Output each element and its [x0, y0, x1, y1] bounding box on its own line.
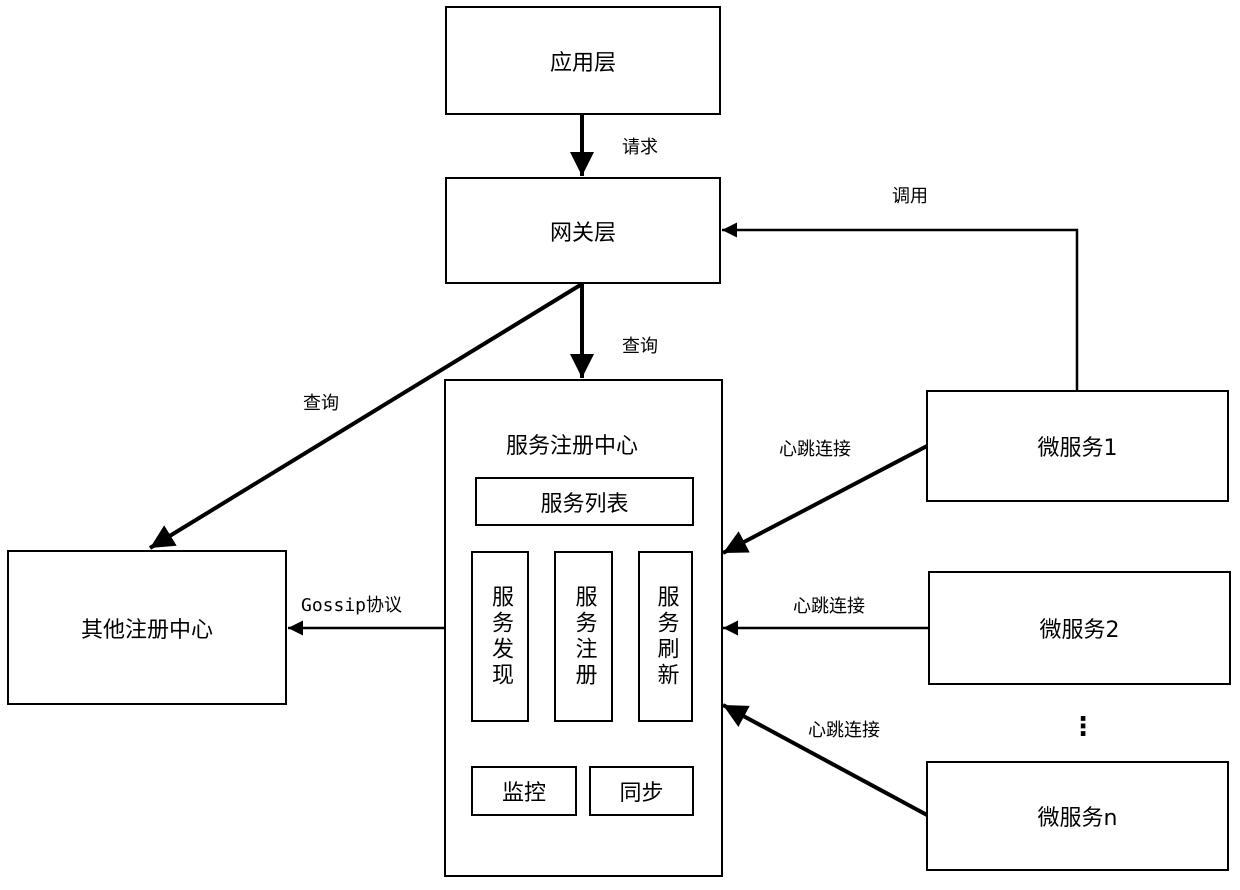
microservice-1-label: 微服务1 — [1037, 436, 1118, 461]
service-discovery-label: 服务发现 — [488, 584, 513, 689]
other-registry-label: 其他注册中心 — [80, 617, 213, 643]
edge-label-gossip: Gossip协议 — [301, 595, 403, 616]
edge-label-heartbeat-1: 心跳连接 — [779, 439, 851, 460]
ellipsis-icon: ⋮ — [1070, 712, 1096, 742]
sync-label: 同步 — [619, 781, 664, 806]
edge-label-heartbeat-2: 心跳连接 — [793, 596, 865, 617]
arrow-invoke — [722, 222, 1079, 390]
service-list-node: 服务列表 — [475, 477, 694, 526]
service-refresh-label: 服务刷新 — [653, 584, 679, 689]
service-list-label: 服务列表 — [540, 491, 629, 517]
service-discovery-node: 服务发现 — [471, 551, 529, 722]
registry-title: 服务注册中心 — [506, 434, 639, 459]
gateway-layer-label: 网关层 — [549, 220, 616, 246]
edge-label-invoke: 调用 — [892, 186, 928, 207]
service-register-node: 服务注册 — [554, 551, 613, 722]
service-register-label: 服务注册 — [571, 584, 597, 689]
gateway-layer-node: 网关层 — [445, 177, 721, 284]
microservice-2-label: 微服务2 — [1039, 618, 1120, 643]
other-registry-node: 其他注册中心 — [7, 550, 287, 705]
app-layer-node: 应用层 — [445, 6, 721, 115]
microservice-2-node: 微服务2 — [928, 571, 1231, 685]
service-refresh-node: 服务刷新 — [638, 551, 693, 722]
arrow-heartbeat-1 — [722, 444, 928, 555]
microservice-1-node: 微服务1 — [926, 390, 1229, 502]
edge-label-heartbeat-n: 心跳连接 — [808, 720, 880, 741]
microservice-n-label: 微服务n — [1037, 806, 1118, 831]
app-layer-label: 应用层 — [549, 50, 616, 76]
monitor-node: 监控 — [471, 766, 577, 816]
monitor-label: 监控 — [501, 781, 546, 806]
edge-label-query-registry: 查询 — [622, 336, 658, 357]
microservice-n-node: 微服务n — [926, 761, 1229, 871]
sync-node: 同步 — [589, 766, 694, 816]
edge-label-request: 请求 — [622, 137, 658, 158]
edge-label-query-other: 查询 — [303, 393, 339, 414]
